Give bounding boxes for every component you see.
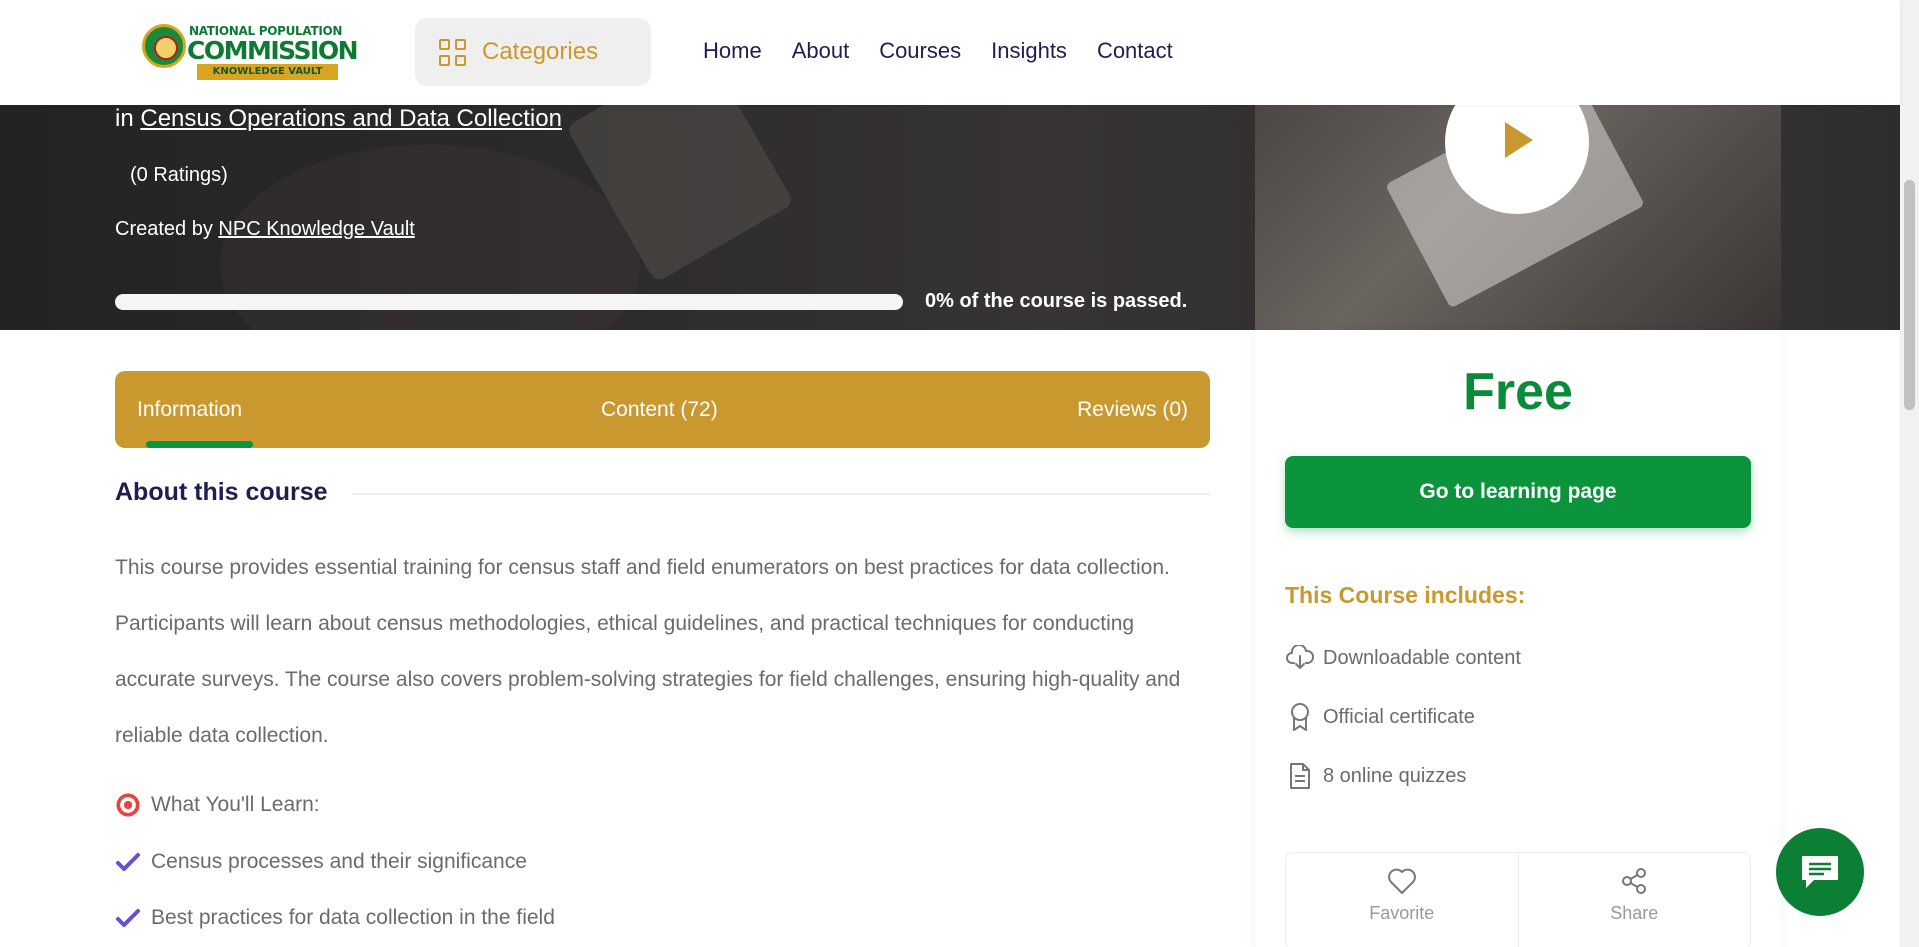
nav-about[interactable]: About (792, 38, 850, 64)
ratings-count: (0 Ratings) (130, 164, 228, 186)
includes-title: This Course includes: (1285, 582, 1526, 608)
progress-text: 0% of the course is passed. (925, 290, 1188, 312)
share-icon (1622, 868, 1647, 894)
include-item-quizzes: 8 online quizzes (1285, 761, 1466, 791)
divider (352, 493, 1210, 495)
coat-of-arms-icon (142, 24, 186, 68)
document-icon (1285, 761, 1315, 791)
target-icon (115, 792, 141, 818)
chat-icon (1802, 856, 1838, 888)
certificate-icon (1285, 702, 1315, 732)
tab-reviews[interactable]: Reviews (0) (1077, 398, 1188, 422)
check-icon (116, 853, 140, 871)
active-tab-indicator (146, 441, 253, 448)
share-label: Share (1610, 903, 1659, 923)
include-label: Downloadable content (1323, 646, 1521, 669)
logo-line3: KNOWLEDGE VAULT (197, 64, 338, 80)
category-link[interactable]: Census Operations and Data Collection (140, 105, 562, 132)
nav-insights[interactable]: Insights (991, 38, 1067, 64)
what-you-learn-heading: What You'll Learn: (115, 792, 320, 818)
course-category: in Census Operations and Data Collection (115, 105, 562, 133)
course-description: This course provides essential training … (115, 556, 1181, 747)
logo-line2: COMMISSION (187, 36, 359, 65)
scrollbar-thumb[interactable] (1904, 180, 1915, 410)
include-label: Official certificate (1323, 705, 1475, 728)
nav-courses[interactable]: Courses (879, 38, 961, 64)
site-header: NATIONAL POPULATION COMMISSION KNOWLEDGE… (0, 0, 1900, 105)
nav-contact[interactable]: Contact (1097, 38, 1173, 64)
course-sidebar: Free Go to learning page This Course inc… (1255, 330, 1781, 947)
tab-information[interactable]: Information (137, 398, 242, 422)
course-price: Free (1463, 363, 1573, 421)
categories-button[interactable]: Categories (415, 18, 651, 86)
include-label: 8 online quizzes (1323, 764, 1467, 787)
download-cloud-icon (1285, 643, 1315, 673)
learn-item-label: Best practices for data collection in th… (151, 906, 555, 929)
created-prefix: Created by (115, 218, 213, 240)
course-progress-bar (115, 294, 903, 310)
nav-home[interactable]: Home (703, 38, 762, 64)
grid-icon (439, 38, 466, 66)
list-item: Best practices for data collection in th… (115, 906, 555, 930)
category-prefix: in (115, 105, 134, 132)
include-item-certificate: Official certificate (1285, 702, 1475, 732)
heart-icon (1387, 868, 1416, 894)
npc-logo[interactable]: NATIONAL POPULATION COMMISSION KNOWLEDGE… (142, 22, 359, 80)
creator-link[interactable]: NPC Knowledge Vault (218, 218, 414, 240)
created-by: Created by NPC Knowledge Vault (115, 218, 415, 241)
tab-content[interactable]: Content (72) (601, 398, 718, 422)
go-to-learning-button[interactable]: Go to learning page (1285, 456, 1751, 528)
check-icon (116, 909, 140, 927)
about-title: About this course (115, 478, 328, 506)
favorite-share-box: Favorite Share (1285, 852, 1751, 947)
learn-item-label: Census processes and their significance (151, 850, 527, 873)
chat-button[interactable] (1776, 828, 1864, 916)
favorite-label: Favorite (1369, 903, 1435, 923)
categories-label: Categories (482, 38, 599, 65)
main-nav: Home About Courses Insights Contact (703, 38, 1173, 64)
share-button[interactable]: Share (1517, 853, 1751, 947)
page-scrollbar[interactable] (1900, 0, 1919, 947)
include-item-downloadable: Downloadable content (1285, 643, 1521, 673)
favorite-button[interactable]: Favorite (1286, 853, 1518, 947)
list-item: Census processes and their significance (115, 850, 527, 874)
course-tabs: Information Content (72) Reviews (0) (115, 371, 1210, 448)
learn-heading-label: What You'll Learn: (151, 793, 320, 816)
